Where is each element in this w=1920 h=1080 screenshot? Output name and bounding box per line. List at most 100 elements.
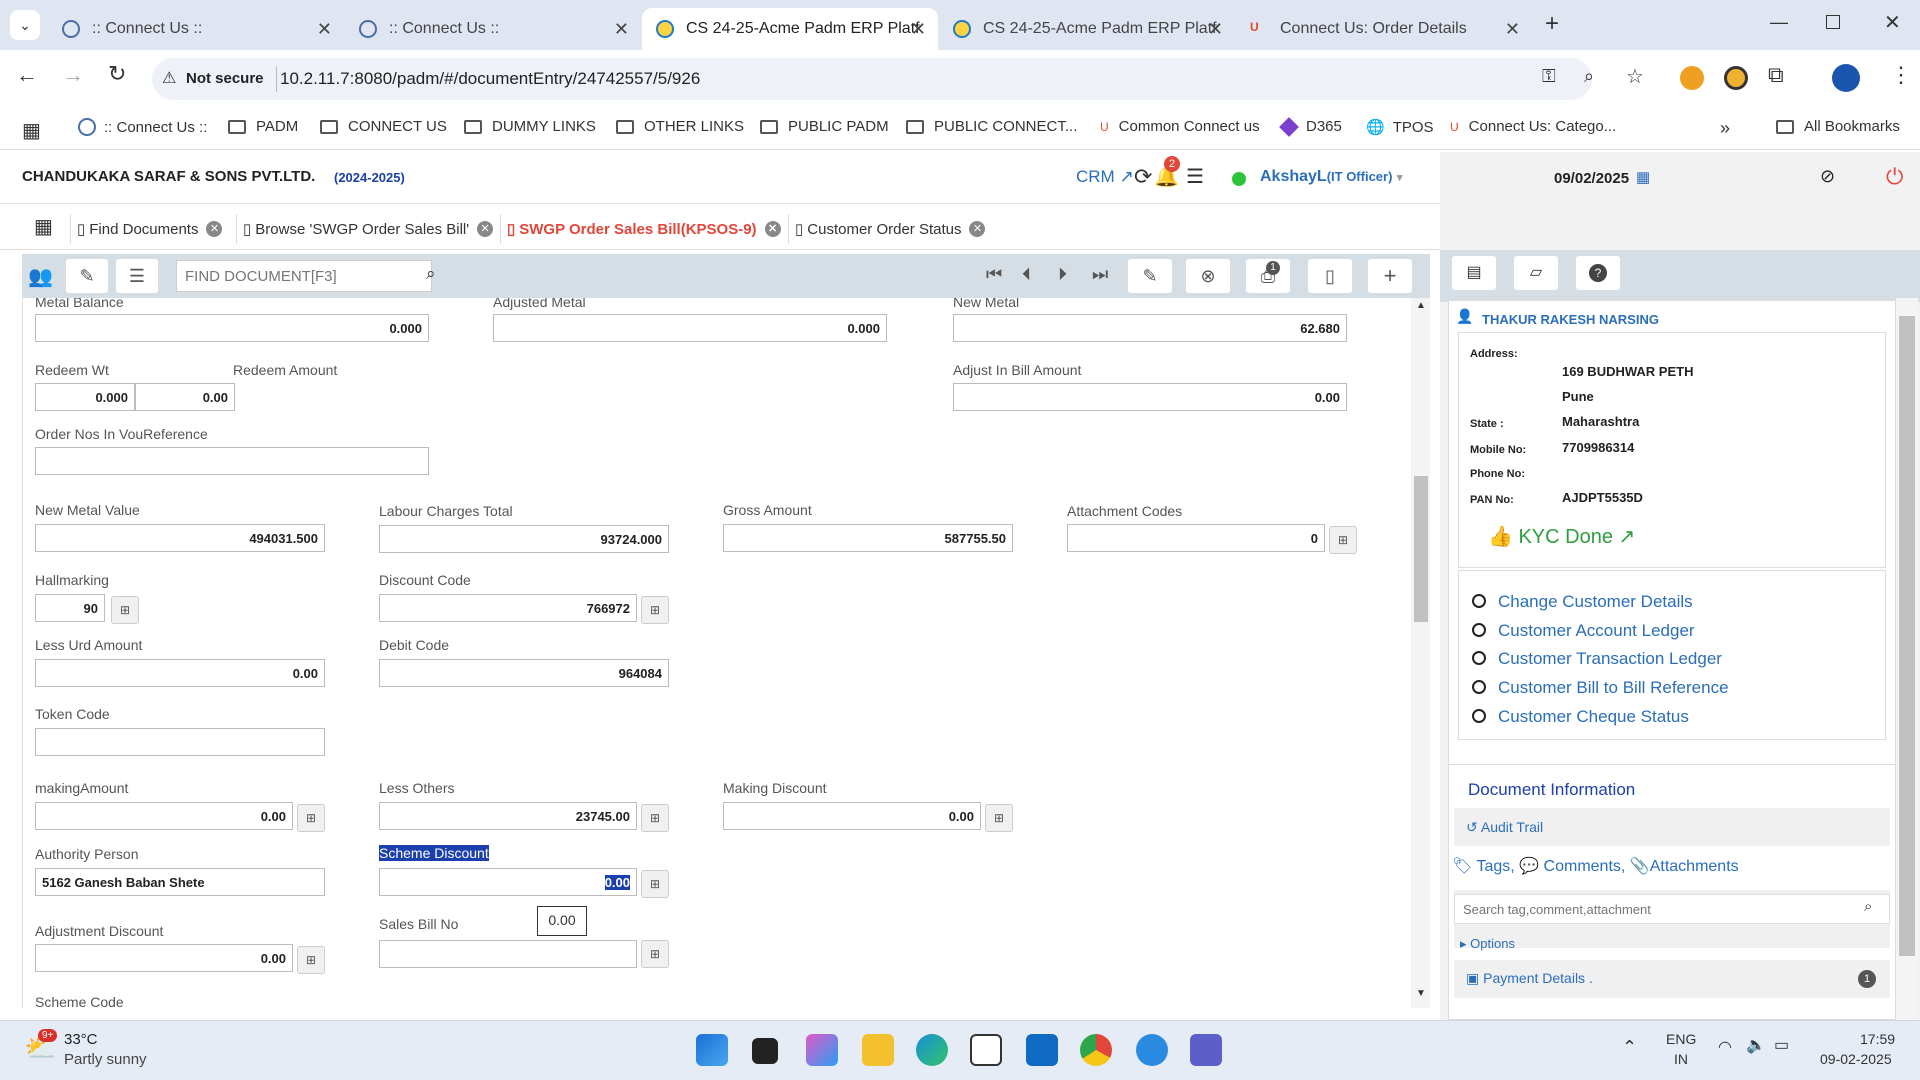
hallmarking-picker[interactable]: ⊞ bbox=[111, 596, 139, 624]
add-button[interactable]: + bbox=[1368, 259, 1412, 293]
less-others-picker[interactable]: ⊞ bbox=[641, 804, 669, 832]
sales-bill-no-field[interactable] bbox=[379, 940, 637, 968]
scroll-thumb[interactable] bbox=[1899, 316, 1915, 956]
minimize-button[interactable]: — bbox=[1770, 12, 1788, 33]
url-text[interactable]: 10.2.11.7:8080/padm/#/documentEntry/2474… bbox=[280, 69, 700, 89]
battery-icon[interactable]: ▭ bbox=[1774, 1035, 1789, 1055]
browser-tab[interactable]: U Connect Us: Order Details ✕ bbox=[1236, 8, 1532, 50]
tab-customer-order-status[interactable]: ▯ Customer Order Status ✕ bbox=[788, 214, 991, 244]
cancel-document-button[interactable]: ⊗ bbox=[1186, 259, 1230, 293]
tab-browse-swgp[interactable]: ▯ Browse 'SWGP Order Sales Bill' ✕ bbox=[236, 214, 499, 244]
hallmarking-field[interactable]: 90 bbox=[35, 594, 105, 622]
browser-tab-active[interactable]: CS 24-25-Acme Padm ERP Platf ✕ bbox=[642, 8, 938, 50]
customer-account-ledger-link[interactable]: Customer Account Ledger bbox=[1472, 621, 1695, 641]
attachment-codes-picker[interactable]: ⊞ bbox=[1329, 526, 1357, 554]
redeem-wt-field[interactable]: 0.000 bbox=[35, 383, 135, 411]
attachments-link[interactable]: 📎Attachments bbox=[1630, 858, 1739, 875]
bookmark-folder[interactable]: DUMMY LINKS bbox=[464, 118, 596, 135]
restore-button[interactable] bbox=[1826, 15, 1840, 29]
reload-icon[interactable]: ↻ bbox=[108, 61, 126, 87]
previous-record-icon[interactable]: ⏴ bbox=[1022, 264, 1031, 285]
sales-bill-no-picker[interactable]: ⊞ bbox=[641, 940, 669, 968]
crm-link[interactable]: CRM ↗ bbox=[1076, 167, 1134, 187]
clock-date[interactable]: 09-02-2025 bbox=[1820, 1051, 1892, 1067]
list-button[interactable]: ☰ bbox=[116, 259, 158, 293]
scroll-up-icon[interactable]: ▲ bbox=[1416, 300, 1426, 311]
file-explorer-icon[interactable] bbox=[862, 1034, 894, 1066]
bookmark-folder[interactable]: PUBLIC CONNECT... bbox=[906, 118, 1077, 135]
more-bookmarks-icon[interactable]: » bbox=[1720, 118, 1730, 139]
browser-tab[interactable]: CS 24-25-Acme Padm ERP Platf ✕ bbox=[939, 8, 1235, 50]
list-view-button[interactable]: ▤ bbox=[1452, 256, 1496, 290]
attachment-codes-field[interactable]: 0 bbox=[1067, 524, 1325, 552]
vnc-icon[interactable] bbox=[970, 1034, 1002, 1066]
close-icon[interactable]: ✕ bbox=[614, 19, 629, 40]
security-label[interactable]: Not secure bbox=[186, 70, 264, 87]
bookmark-folder[interactable]: CONNECT US bbox=[320, 118, 447, 135]
bookmark-item[interactable]: :: Connect Us :: bbox=[78, 118, 207, 136]
outlook-icon[interactable] bbox=[1026, 1034, 1058, 1066]
wifi-icon[interactable]: ◠ bbox=[1718, 1037, 1732, 1057]
scheme-discount-picker[interactable]: ⊞ bbox=[641, 870, 669, 898]
gross-amount-field[interactable]: 587755.50 bbox=[723, 524, 1013, 552]
browser-tab[interactable]: :: Connect Us :: ✕ bbox=[48, 8, 344, 50]
users-icon[interactable]: 👥 bbox=[28, 264, 53, 289]
order-nos-field[interactable] bbox=[35, 447, 429, 475]
adjusted-metal-field[interactable]: 0.000 bbox=[493, 314, 887, 342]
tab-search-button[interactable]: ⌄ bbox=[10, 10, 40, 40]
token-code-field[interactable] bbox=[35, 728, 325, 756]
scroll-thumb[interactable] bbox=[1414, 476, 1428, 622]
volume-icon[interactable]: 🔈 bbox=[1746, 1035, 1766, 1055]
change-customer-details-link[interactable]: Change Customer Details bbox=[1472, 592, 1693, 612]
close-icon[interactable]: ✕ bbox=[764, 221, 781, 237]
extension-icon[interactable] bbox=[1680, 66, 1704, 90]
settings-list-icon[interactable]: ☰ bbox=[1186, 164, 1204, 189]
close-icon[interactable]: ✕ bbox=[477, 221, 494, 237]
find-document-input[interactable] bbox=[176, 260, 432, 292]
scheme-discount-field[interactable]: 0.00 bbox=[379, 868, 637, 896]
new-tab-button[interactable]: + bbox=[1545, 10, 1559, 38]
next-record-icon[interactable]: ⏵ bbox=[1058, 264, 1067, 285]
tab-find-documents[interactable]: ▯ Find Documents ✕ bbox=[70, 214, 228, 244]
search-icon[interactable]: ⌕ bbox=[426, 264, 436, 284]
edge-icon[interactable] bbox=[916, 1034, 948, 1066]
url-omnibox[interactable]: ⚠ Not secure 10.2.11.7:8080/padm/#/docum… bbox=[152, 58, 1644, 100]
user-menu[interactable]: AkshayL(IT Officer) ▾ bbox=[1260, 168, 1402, 186]
form-scrollbar[interactable]: ▲ ▼ bbox=[1411, 298, 1430, 1008]
puzzle-icon[interactable]: ⧉ bbox=[1768, 62, 1784, 88]
calendar-icon[interactable]: ▦ bbox=[1636, 168, 1650, 186]
making-amount-picker[interactable]: ⊞ bbox=[297, 804, 325, 832]
less-others-field[interactable]: 23745.00 bbox=[379, 802, 637, 830]
right-pane-scrollbar[interactable] bbox=[1896, 298, 1918, 1020]
close-icon[interactable]: ✕ bbox=[206, 221, 223, 237]
making-discount-picker[interactable]: ⊞ bbox=[985, 804, 1013, 832]
back-icon[interactable]: ← bbox=[16, 62, 38, 88]
language-secondary[interactable]: IN bbox=[1674, 1051, 1688, 1067]
apps-icon[interactable]: ▦ bbox=[22, 118, 41, 143]
bookmark-item[interactable]: U Common Connect us bbox=[1100, 118, 1260, 135]
close-icon[interactable]: ✕ bbox=[911, 19, 926, 40]
close-icon[interactable]: ✕ bbox=[317, 19, 332, 40]
close-icon[interactable]: ✕ bbox=[1505, 19, 1520, 40]
adjustment-discount-field[interactable]: 0.00 bbox=[35, 944, 293, 972]
scroll-down-icon[interactable]: ▼ bbox=[1416, 988, 1426, 999]
less-urd-field[interactable]: 0.00 bbox=[35, 659, 325, 687]
search-icon[interactable]: ⌕ bbox=[1864, 898, 1872, 915]
eye-slash-icon[interactable]: ⊘ bbox=[1820, 166, 1835, 187]
payment-details-row[interactable]: ▣ Payment Details . bbox=[1454, 960, 1890, 998]
windows-start-icon[interactable] bbox=[696, 1034, 728, 1066]
discount-code-field[interactable]: 766972 bbox=[379, 594, 637, 622]
doc-search-input[interactable] bbox=[1454, 894, 1890, 924]
extension-icon[interactable] bbox=[1724, 66, 1748, 90]
customer-cheque-status-link[interactable]: Customer Cheque Status bbox=[1472, 707, 1689, 727]
close-icon[interactable]: ✕ bbox=[1208, 19, 1223, 40]
copilot-icon[interactable] bbox=[806, 1034, 838, 1066]
new-metal-value-field[interactable]: 494031.500 bbox=[35, 524, 325, 552]
power-icon[interactable]: ⏻ bbox=[1886, 164, 1903, 190]
customer-transaction-ledger-link[interactable]: Customer Transaction Ledger bbox=[1472, 649, 1722, 669]
forward-icon[interactable]: → bbox=[62, 62, 84, 88]
zoom-icon[interactable]: ⌕ bbox=[1584, 66, 1594, 87]
adjustment-discount-picker[interactable]: ⊞ bbox=[297, 946, 325, 974]
new-metal-field[interactable]: 62.680 bbox=[953, 314, 1347, 342]
audit-trail-row[interactable]: ↺ Audit Trail bbox=[1454, 808, 1890, 846]
